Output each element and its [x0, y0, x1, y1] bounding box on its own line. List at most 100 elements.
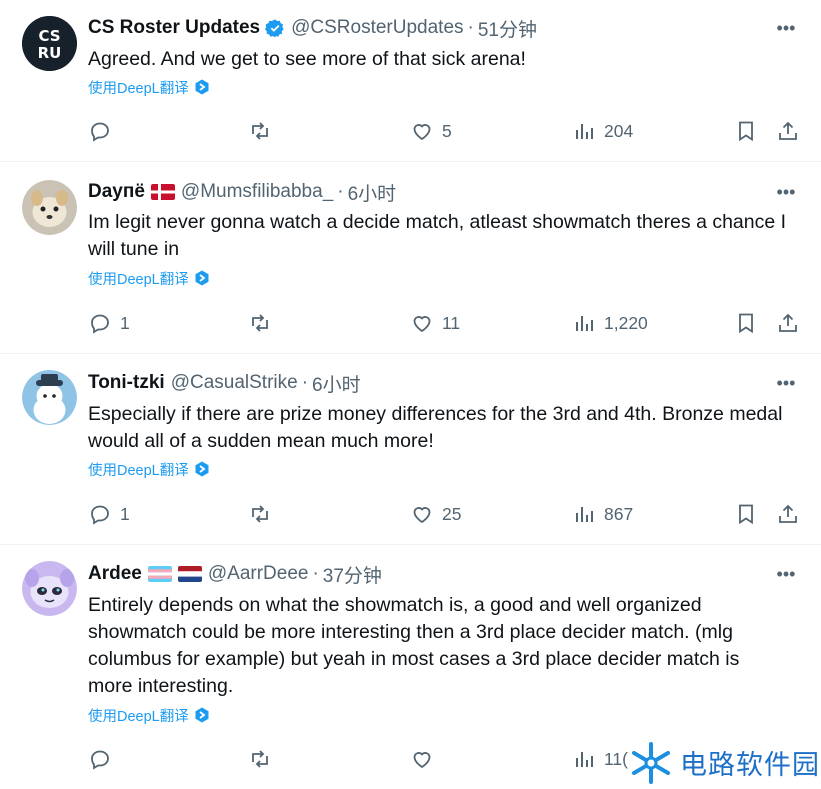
separator-dot: ·: [337, 181, 344, 202]
share-icon: [779, 504, 797, 523]
deepl-translate-link[interactable]: 使用DeepL翻译: [88, 459, 210, 479]
user-handle[interactable]: @CSRosterUpdates: [291, 17, 463, 39]
retweet-button[interactable]: [248, 501, 280, 527]
deepl-translate-label: 使用DeepL翻译: [88, 462, 189, 479]
user-handle[interactable]: @Mumsfilibabba_: [181, 181, 333, 203]
deepl-translate-link[interactable]: 使用DeepL翻译: [88, 705, 210, 725]
tweet-actions: 1 11 1,220: [88, 310, 799, 336]
display-name[interactable]: CS Roster Updates: [88, 17, 260, 39]
tweet-text: Entirely depends on what the showmatch i…: [88, 594, 740, 697]
views-button[interactable]: 867: [572, 501, 633, 527]
views-icon: [576, 752, 593, 767]
more-options-icon[interactable]: •••: [773, 562, 799, 586]
tweet-text: Especially if there are prize money diff…: [88, 403, 783, 452]
views-button[interactable]: 204: [572, 118, 633, 144]
bookmark-icon: [739, 121, 753, 142]
timestamp[interactable]: 37分钟: [323, 561, 382, 588]
reply-count: 1: [120, 312, 130, 333]
watermark: 电路软件园: [628, 736, 821, 789]
heart-icon: [413, 752, 431, 769]
more-options-icon[interactable]: •••: [773, 371, 799, 395]
avatar[interactable]: CS RU: [22, 16, 77, 71]
retweet-button[interactable]: [248, 746, 280, 772]
timestamp[interactable]: 6小时: [312, 370, 361, 397]
views-icon: [576, 124, 593, 139]
bookmark-icon: [739, 504, 753, 525]
watermark-logo-icon: [628, 740, 674, 786]
tweet[interactable]: CS RU CS Roster Updates @CSRosterUpdates…: [0, 0, 821, 162]
views-button[interactable]: 1,220: [572, 310, 648, 336]
user-handle[interactable]: @AarrDeee: [208, 563, 309, 585]
reply-count: 1: [120, 503, 130, 524]
more-options-icon[interactable]: •••: [773, 180, 799, 204]
bookmark-button[interactable]: [734, 501, 758, 527]
views-icon: [576, 507, 593, 522]
heart-icon: [413, 507, 431, 524]
view-count: 204: [604, 120, 634, 141]
like-button[interactable]: 25: [410, 501, 461, 527]
retweet-icon: [252, 122, 268, 140]
timestamp[interactable]: 6小时: [348, 179, 397, 206]
retweet-button[interactable]: [248, 118, 280, 144]
deepl-translate-label: 使用DeepL翻译: [88, 708, 189, 725]
display-name[interactable]: Dayпё: [88, 181, 145, 203]
deepl-icon: [194, 79, 210, 95]
avatar[interactable]: [22, 180, 77, 235]
tweet[interactable]: Dayпё @Mumsfilibabba_ · 6小时 ••• Im legit…: [0, 162, 821, 354]
reply-button[interactable]: 1: [88, 310, 130, 336]
deepl-icon: [194, 707, 210, 723]
more-options-icon[interactable]: •••: [773, 16, 799, 40]
retweet-icon: [252, 505, 268, 523]
separator-dot: ·: [301, 372, 309, 393]
display-name[interactable]: Toni-tzki: [88, 372, 165, 394]
reply-icon: [91, 122, 109, 142]
separator-dot: ·: [312, 563, 319, 584]
like-button[interactable]: [410, 746, 442, 772]
netherlands-flag-icon: [177, 566, 202, 582]
user-handle[interactable]: @CasualStrike: [171, 372, 298, 394]
watermark-text: 电路软件园: [680, 750, 820, 781]
share-button[interactable]: [776, 501, 800, 527]
reply-icon: [91, 314, 109, 334]
svg-text:RU: RU: [38, 44, 62, 62]
bookmark-button[interactable]: [734, 310, 758, 336]
tweet-header: Ardee @AarrDeee · 37分钟: [88, 561, 761, 588]
tweet-text: Agreed. And we get to see more of that s…: [88, 48, 526, 70]
heart-icon: [413, 124, 431, 141]
reply-button[interactable]: 1: [88, 501, 130, 527]
tweet[interactable]: Toni-tzki @CasualStrike · 6小时 ••• Especi…: [0, 354, 821, 545]
retweet-icon: [252, 750, 268, 768]
display-name[interactable]: Ardee: [88, 563, 142, 585]
timestamp[interactable]: 51分钟: [478, 15, 537, 42]
deepl-translate-label: 使用DeepL翻译: [88, 80, 189, 97]
tweet-text: Im legit never gonna watch a decide matc…: [88, 211, 787, 260]
view-count: 11(: [604, 748, 628, 769]
separator-dot: ·: [467, 17, 474, 38]
deepl-icon: [194, 270, 210, 286]
reply-button[interactable]: [88, 118, 120, 144]
tweet-header: Toni-tzki @CasualStrike · 6小时: [88, 370, 761, 397]
views-button[interactable]: 11(: [572, 746, 628, 772]
avatar[interactable]: [22, 370, 77, 425]
share-button[interactable]: [776, 310, 800, 336]
avatar[interactable]: [22, 561, 77, 616]
view-count: 1,220: [604, 312, 648, 333]
deepl-translate-link[interactable]: 使用DeepL翻译: [88, 77, 210, 97]
like-count: 11: [442, 312, 461, 333]
svg-text:CS: CS: [38, 27, 60, 45]
view-count: 867: [604, 503, 634, 524]
tweet-header: CS Roster Updates @CSRosterUpdates · 51分…: [88, 15, 761, 42]
share-icon: [779, 121, 797, 140]
like-button[interactable]: 11: [410, 310, 460, 336]
bookmark-icon: [739, 313, 753, 334]
deepl-icon: [194, 461, 210, 477]
share-icon: [779, 313, 797, 332]
tweet-header: Dayпё @Mumsfilibabba_ · 6小时: [88, 179, 761, 206]
share-button[interactable]: [776, 118, 800, 144]
retweet-button[interactable]: [248, 310, 280, 336]
reply-button[interactable]: [88, 746, 120, 772]
deepl-translate-link[interactable]: 使用DeepL翻译: [88, 268, 210, 288]
bookmark-button[interactable]: [734, 118, 758, 144]
retweet-icon: [252, 314, 268, 332]
like-button[interactable]: 5: [410, 118, 452, 144]
